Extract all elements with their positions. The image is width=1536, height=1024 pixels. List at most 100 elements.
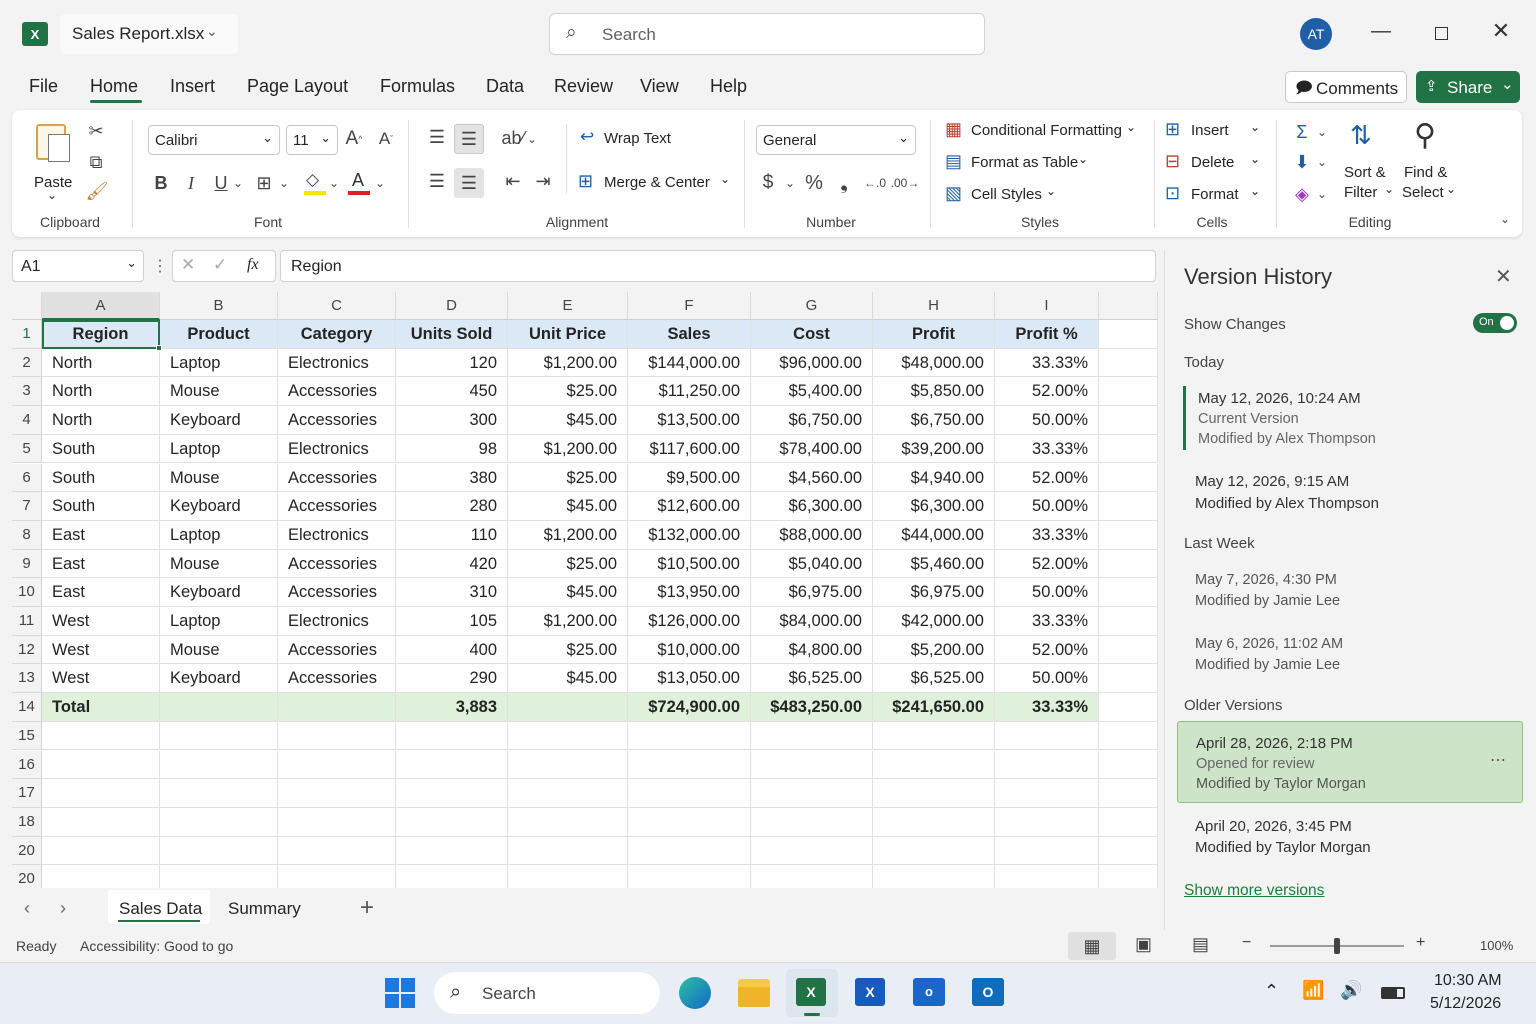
tab-view[interactable]: View [640, 76, 679, 97]
cell[interactable] [1099, 320, 1158, 349]
column-header[interactable]: G [751, 292, 873, 320]
column-header[interactable] [1099, 292, 1158, 320]
cell[interactable] [1099, 664, 1158, 694]
cell[interactable] [1099, 607, 1158, 636]
clock-time[interactable]: 10:30 AM [1434, 972, 1502, 990]
cell[interactable]: Accessories [278, 664, 396, 694]
cell[interactable] [995, 721, 1099, 751]
cell[interactable] [873, 779, 995, 808]
cell[interactable]: $117,600.00 [628, 434, 751, 464]
bold-icon[interactable]: B [150, 170, 172, 196]
cell[interactable]: Accessories [278, 578, 396, 607]
page-break-view-icon[interactable]: ▤ [1192, 934, 1209, 955]
cell[interactable] [396, 779, 508, 808]
cell[interactable]: $11,250.00 [628, 377, 751, 407]
cell[interactable]: 50.00% [995, 492, 1099, 521]
cut-icon[interactable]: ✂ [86, 120, 106, 142]
cell[interactable]: Accessories [278, 463, 396, 493]
cell[interactable]: Keyboard [160, 578, 278, 607]
cell[interactable] [278, 750, 396, 780]
zoom-slider[interactable] [1270, 938, 1404, 954]
cell[interactable]: $6,750.00 [751, 406, 873, 435]
cell[interactable]: $25.00 [508, 463, 628, 493]
cell[interactable] [995, 865, 1099, 888]
column-header[interactable]: I [995, 292, 1099, 320]
format-cells-button[interactable]: ⊡ Format ⌄ [1164, 182, 1266, 208]
cell[interactable]: Mouse [160, 549, 278, 579]
cell[interactable] [278, 865, 396, 888]
cell[interactable]: North [42, 406, 160, 435]
increase-indent-icon[interactable]: ⇥ [530, 168, 556, 194]
row-header[interactable]: 18 [12, 807, 42, 837]
cell[interactable] [1099, 721, 1158, 751]
fill-icon[interactable]: ⬇ [1290, 150, 1314, 174]
cell[interactable] [42, 750, 160, 780]
align-middle-icon[interactable]: ☰ [454, 124, 484, 154]
cell[interactable] [396, 865, 508, 888]
cell[interactable]: Profit [873, 320, 995, 349]
column-header[interactable]: D [396, 292, 508, 320]
cell[interactable]: Electronics [278, 607, 396, 636]
clear-icon[interactable]: ◈ [1290, 182, 1314, 206]
cell[interactable]: $1,200.00 [508, 434, 628, 464]
cell[interactable] [751, 721, 873, 751]
volume-icon[interactable]: 🔊 [1340, 980, 1362, 1001]
cell[interactable]: $45.00 [508, 664, 628, 694]
zoom-out-icon[interactable]: − [1242, 934, 1251, 952]
collapse-ribbon-icon[interactable]: ⌄ [1496, 210, 1514, 228]
cell[interactable]: Mouse [160, 463, 278, 493]
align-left-icon[interactable]: ☰ [424, 168, 450, 194]
cancel-icon[interactable]: ✕ [181, 255, 195, 275]
row-header[interactable]: 4 [12, 406, 42, 435]
cell[interactable]: South [42, 434, 160, 464]
more-options-icon[interactable]: ⋮ [152, 256, 168, 276]
row-header[interactable]: 12 [12, 635, 42, 665]
cell[interactable]: $42,000.00 [873, 607, 995, 636]
cell[interactable]: Accessories [278, 492, 396, 521]
cell[interactable] [1099, 549, 1158, 579]
close-pane-icon[interactable]: ✕ [1495, 264, 1512, 289]
cell[interactable] [160, 807, 278, 837]
cell[interactable]: $39,200.00 [873, 434, 995, 464]
share-button[interactable]: ⇪ Share ⌄ [1416, 71, 1520, 103]
cell[interactable] [995, 836, 1099, 866]
tab-page-layout[interactable]: Page Layout [247, 76, 348, 97]
comma-style-icon[interactable]: ❟ [834, 170, 854, 196]
cell[interactable] [1099, 348, 1158, 378]
row-header[interactable]: 8 [12, 520, 42, 550]
cell[interactable]: $6,525.00 [751, 664, 873, 694]
cell[interactable]: $45.00 [508, 492, 628, 521]
cell[interactable] [278, 779, 396, 808]
cell[interactable]: $9,500.00 [628, 463, 751, 493]
cell[interactable] [1099, 377, 1158, 407]
normal-view-button[interactable]: ▦ [1068, 932, 1116, 960]
cell[interactable] [1099, 578, 1158, 607]
sheet-tab-sales-data[interactable]: Sales Data [108, 890, 210, 924]
cell[interactable]: $88,000.00 [751, 520, 873, 550]
cell[interactable]: Cost [751, 320, 873, 349]
cell[interactable]: $1,200.00 [508, 520, 628, 550]
cell[interactable]: $6,975.00 [873, 578, 995, 607]
edge-icon[interactable] [679, 977, 711, 1009]
cell[interactable]: Accessories [278, 549, 396, 579]
cell[interactable]: $241,650.00 [873, 693, 995, 722]
row-header[interactable]: 20 [12, 865, 42, 888]
cell[interactable] [1099, 750, 1158, 780]
cell-styles-button[interactable]: ▧ Cell Styles ⌄ [944, 182, 1074, 208]
cell[interactable] [160, 721, 278, 751]
cell[interactable] [396, 750, 508, 780]
decrease-decimal-icon[interactable]: .00→ [891, 170, 920, 196]
format-as-table-button[interactable]: ▤ Format as Table ⌄ [944, 150, 1104, 176]
search-box[interactable]: ⌕ Search [549, 13, 985, 55]
cell[interactable] [628, 807, 751, 837]
cell[interactable] [995, 750, 1099, 780]
cell[interactable] [42, 807, 160, 837]
insert-function-icon[interactable]: fx [247, 256, 259, 274]
chevron-down-icon[interactable]: ⌄ [1316, 152, 1328, 172]
underline-icon[interactable]: U [210, 170, 232, 196]
cell[interactable]: $45.00 [508, 578, 628, 607]
tab-home[interactable]: Home [90, 76, 138, 97]
cell[interactable] [508, 836, 628, 866]
cell[interactable]: 50.00% [995, 664, 1099, 694]
accessibility-status[interactable]: Accessibility: Good to go [80, 938, 233, 954]
